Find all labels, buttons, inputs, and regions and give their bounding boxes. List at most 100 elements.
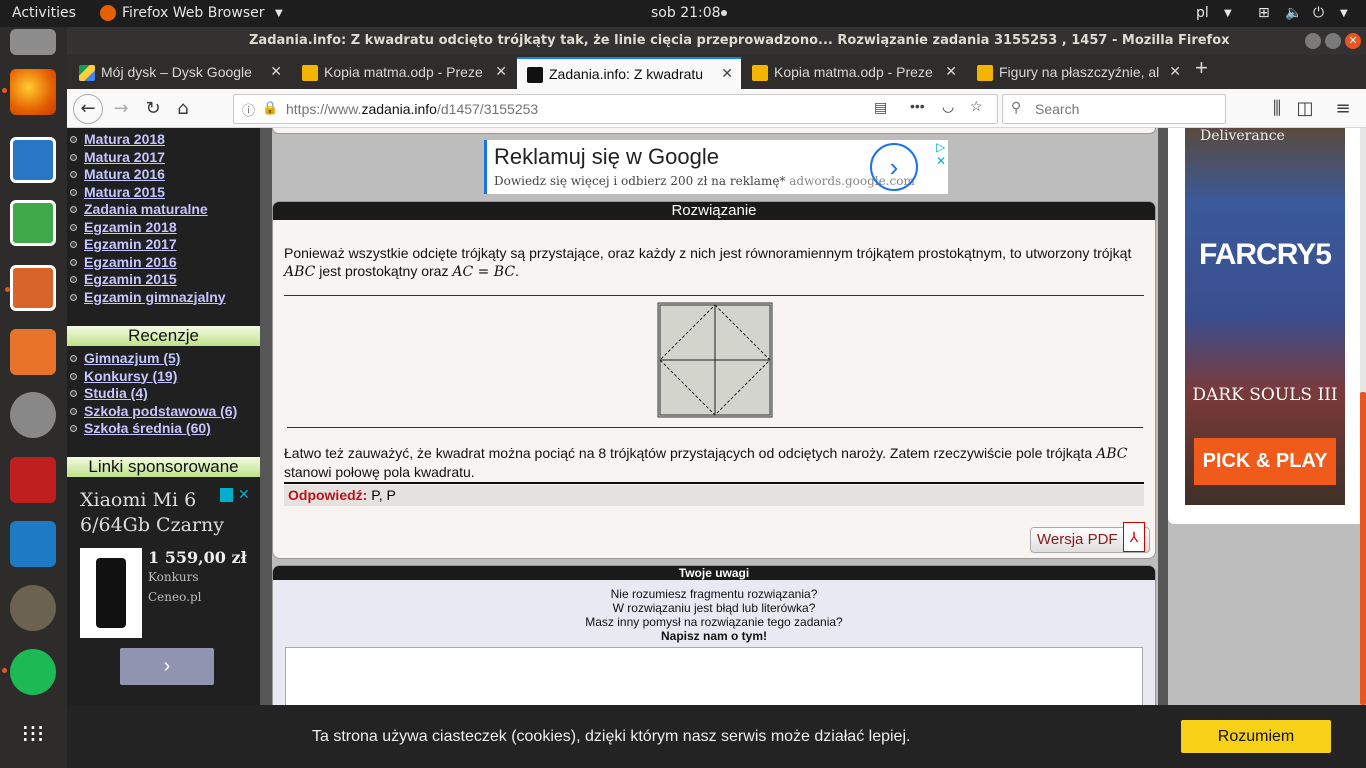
sidebar-link[interactable]: Egzamin 2015 [84, 271, 177, 287]
activities-button[interactable]: Activities [12, 5, 76, 21]
tab-kopia-matma-2[interactable]: Kopia matma.odp - Preze ✕ [742, 57, 965, 89]
sidebar-link[interactable]: Egzamin gimnazjalny [84, 289, 226, 305]
pocket-icon[interactable]: ◡ [942, 98, 954, 115]
app-grid-icon[interactable]: ⁝⁝⁝ [10, 712, 56, 758]
calc-icon[interactable] [10, 200, 56, 246]
back-button[interactable]: ← [73, 94, 103, 124]
pdf-version-button[interactable]: Wersja PDF ⅄ [1030, 522, 1150, 553]
close-icon[interactable]: ✕ [1345, 33, 1361, 49]
google-ad[interactable]: Reklamuj się w Google Dowiedz się więcej… [484, 140, 948, 194]
bullet-icon [70, 425, 77, 432]
close-tab-icon[interactable]: ✕ [270, 63, 282, 80]
spotify-icon[interactable] [2, 649, 56, 695]
close-tab-icon[interactable]: ✕ [945, 63, 957, 80]
solution-heading: Rozwiązanie [273, 202, 1155, 220]
clock[interactable]: sob 21:08 [651, 5, 721, 21]
sponsored-heading: Linki sponsorowane [67, 457, 260, 477]
tab-kopia-matma-1[interactable]: Kopia matma.odp - Preze ✕ [292, 57, 515, 89]
sidebar-icon[interactable]: ◫ [1291, 95, 1319, 123]
sidebar-link[interactable]: Gimnazjum (5) [84, 350, 180, 366]
lock-icon[interactable]: 🔒 [262, 100, 278, 116]
product-ad[interactable]: Xiaomi Mi 6 6/64Gb Czarny ✕ 1 559,00 zł … [75, 484, 255, 714]
new-tab-button[interactable]: + [1195, 55, 1223, 87]
info-icon[interactable]: ⓘ [242, 100, 255, 119]
phone-image[interactable] [80, 548, 142, 638]
scrollbar[interactable] [1360, 128, 1366, 705]
chevron-down-icon: ▼ [275, 8, 283, 19]
close-tab-icon[interactable]: ✕ [495, 63, 507, 80]
firefox-dock-icon[interactable] [2, 69, 56, 115]
adchoices-icon[interactable]: ▷ [936, 140, 945, 154]
slides-icon [752, 65, 768, 81]
sidebar-link[interactable]: Konkursy (19) [84, 368, 177, 384]
reload-button[interactable]: ↻ [139, 95, 167, 123]
game-ad[interactable]: Deliverance FARCRY5 DARK SOULS III PICK … [1185, 128, 1345, 505]
forward-button[interactable]: → [107, 95, 135, 123]
sidebar-link[interactable]: Egzamin 2018 [84, 219, 177, 235]
app-menu[interactable]: Firefox Web Browser [122, 5, 265, 21]
feedback-text: Nie rozumiesz fragmentu rozwiązania? W r… [273, 587, 1155, 643]
network-icon[interactable]: ⊞ [1258, 5, 1270, 21]
close-tab-icon[interactable]: ✕ [721, 65, 733, 82]
ad-title[interactable]: Xiaomi Mi 6 6/64Gb Czarny [80, 488, 230, 538]
ad-next-button[interactable]: › [120, 648, 214, 685]
bullet-icon [70, 372, 77, 380]
settings-icon[interactable] [10, 392, 56, 438]
minimize-icon[interactable] [1305, 33, 1321, 49]
sidebar-link[interactable]: Zadania maturalne [84, 201, 208, 217]
sidebar-link[interactable]: Matura 2015 [84, 184, 165, 200]
home-button[interactable]: ⌂ [169, 95, 197, 123]
navigation-bar: ← → ↻ ⌂ ⓘ 🔒 https://www.zadania.info/d14… [67, 89, 1366, 128]
writer-icon[interactable] [10, 137, 56, 183]
impress-icon[interactable] [5, 265, 56, 311]
tab-figury[interactable]: Figury na płaszczyźnie, al ✕ [967, 57, 1189, 89]
sidebar-link[interactable]: Szkoła podstawowa (6) [84, 403, 237, 419]
software-center-icon[interactable] [10, 329, 56, 375]
remote-desktop-icon[interactable] [10, 521, 56, 567]
search-input[interactable]: ⚲ Search [1002, 94, 1226, 124]
sidebar-link[interactable]: Studia (4) [84, 385, 148, 401]
darksouls-title: DARK SOULS III [1192, 385, 1338, 405]
sidebar-link[interactable]: Egzamin 2016 [84, 254, 177, 270]
p2-text-2: stanowi połowę pola kwadratu. [284, 464, 475, 480]
ad-arrow-button[interactable]: › [870, 143, 918, 191]
scrollbar-thumb[interactable] [1360, 392, 1366, 705]
maximize-icon[interactable] [1325, 33, 1341, 49]
divider [284, 482, 1144, 484]
sidebar-link[interactable]: Matura 2018 [84, 131, 165, 147]
ad-price: 1 559,00 zł [148, 548, 247, 567]
close-tab-icon[interactable]: ✕ [1169, 63, 1181, 80]
keyboard-layout[interactable]: pl [1196, 5, 1209, 21]
p2-text: Łatwo też zauważyć, że kwadrat można poc… [284, 445, 1093, 461]
pick-and-play-button[interactable]: PICK & PLAY [1194, 438, 1336, 485]
math-ac-bc: AC = BC [452, 264, 516, 280]
power-icon[interactable]: ⏻ [1313, 5, 1324, 21]
sidebar-link[interactable]: Matura 2016 [84, 166, 165, 182]
gimp-icon[interactable] [10, 585, 56, 631]
bookmark-star-icon[interactable]: ☆ [970, 98, 983, 115]
close-ad-icon[interactable]: ✕ [936, 154, 946, 168]
page-actions-icon[interactable]: ••• [910, 98, 925, 114]
phone-shape [96, 558, 126, 628]
url-text[interactable]: https://www.zadania.info/d1457/3155253 [286, 101, 538, 117]
close-ad-icon[interactable]: ✕ [238, 486, 250, 503]
tab-zadania[interactable]: Zadania.info: Z kwadratu ✕ [517, 57, 741, 89]
answer-row: Odpowiedź: P, P [284, 485, 1144, 506]
reader-view-icon[interactable]: ▤ [874, 99, 887, 116]
filezilla-icon[interactable] [10, 457, 56, 503]
accept-cookies-button[interactable]: Rozumiem [1181, 720, 1331, 753]
tab-google-drive[interactable]: Mój dysk – Dysk Google ✕ [69, 57, 290, 89]
adchoices-icon[interactable] [220, 488, 233, 502]
volume-icon[interactable]: 🔈 [1285, 5, 1302, 21]
feedback-line: Nie rozumiesz fragmentu rozwiązania? [610, 587, 818, 601]
sidebar-link[interactable]: Matura 2017 [84, 149, 165, 165]
ad-headline[interactable]: Reklamuj się w Google [494, 144, 719, 170]
menu-icon[interactable]: ≡ [1329, 95, 1357, 123]
sidebar-link[interactable]: Szkoła średnia (60) [84, 420, 211, 436]
drive-icon[interactable] [10, 29, 56, 55]
bullet-icon [70, 241, 77, 248]
url-bar[interactable]: ⓘ 🔒 https://www.zadania.info/d1457/31552… [233, 94, 998, 124]
sidebar-link[interactable]: Egzamin 2017 [84, 236, 177, 252]
library-icon[interactable]: ⫼ [1263, 95, 1291, 123]
bullet-icon [70, 293, 77, 301]
